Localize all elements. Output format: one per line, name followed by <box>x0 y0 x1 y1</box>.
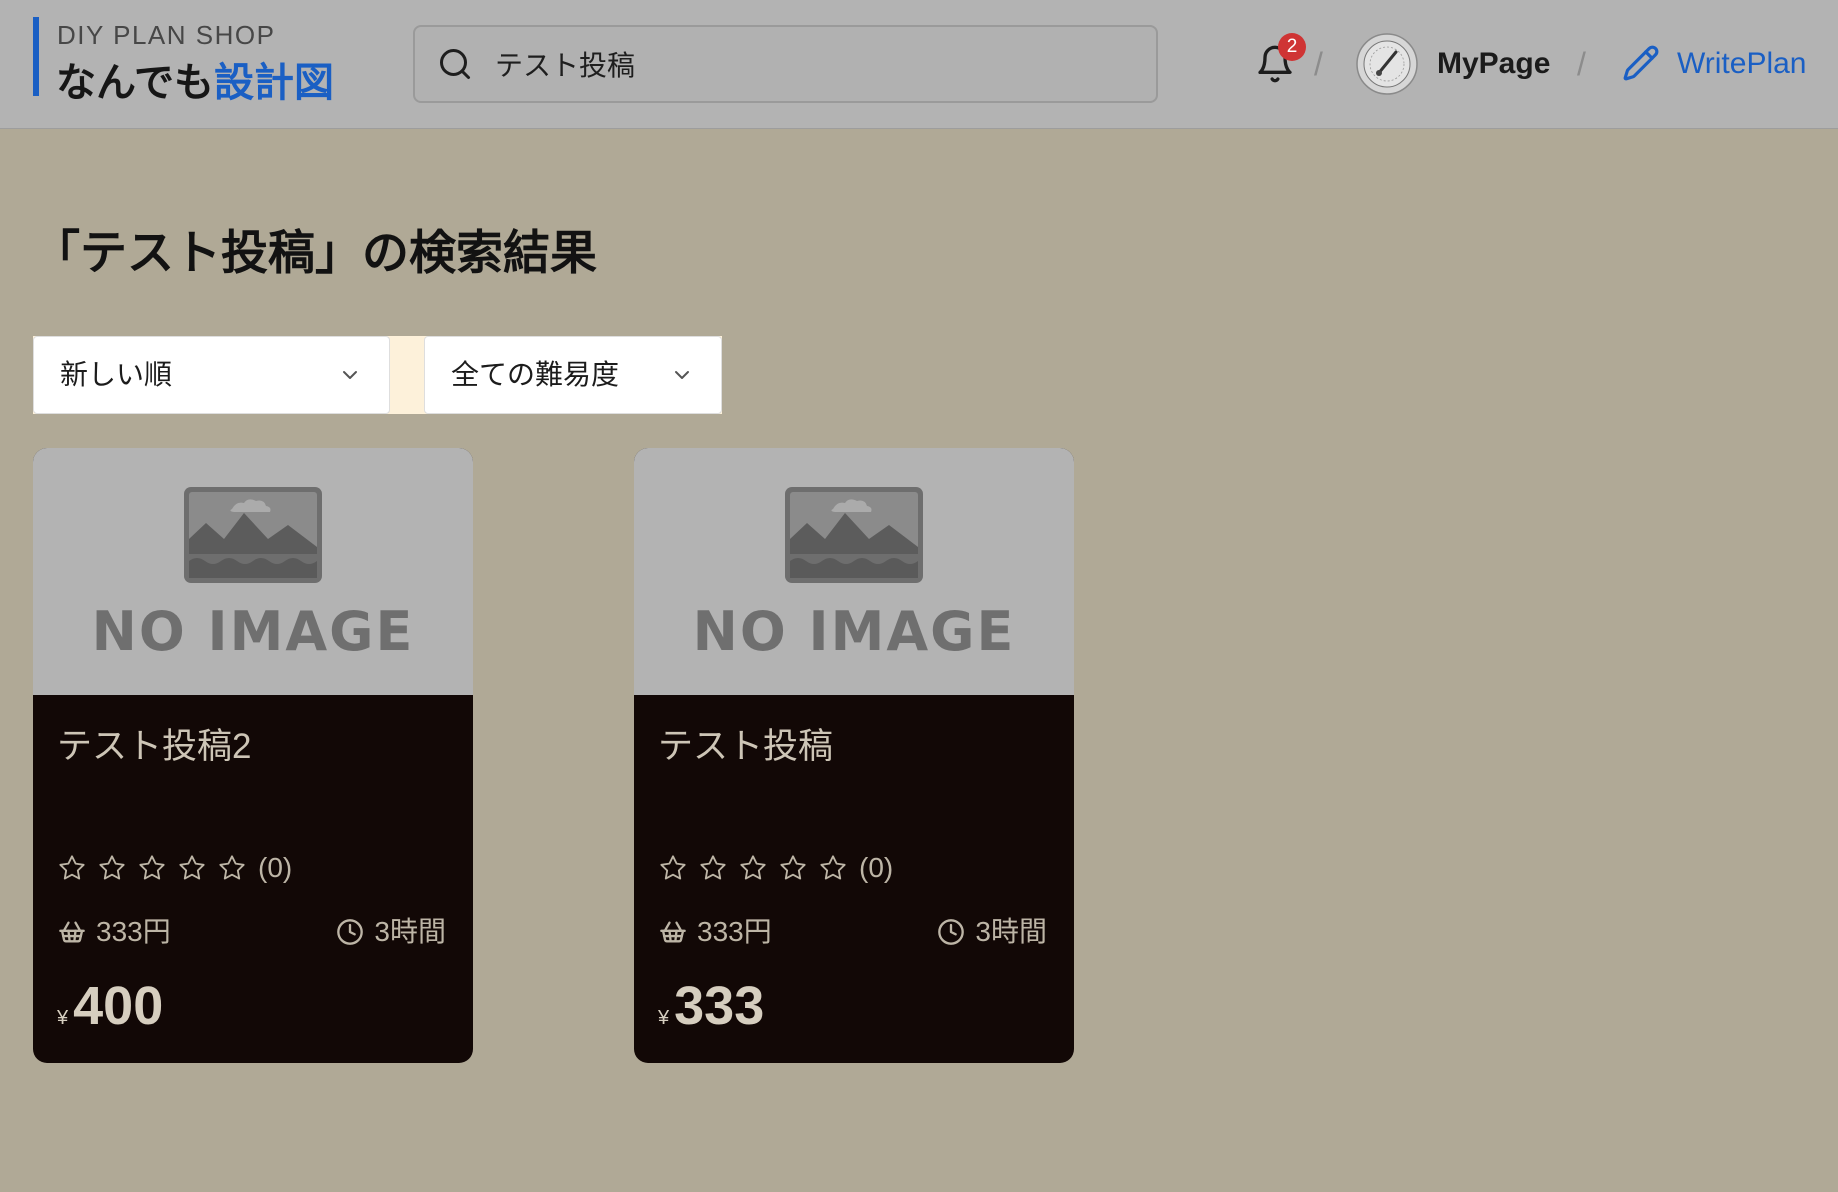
work-time-value: 3時間 <box>374 916 446 947</box>
filter-bar: 新しい順 全ての難易度 <box>33 336 722 414</box>
star-icon <box>660 855 686 880</box>
star-icon <box>179 855 205 880</box>
card-body: テスト投稿2 (0) 333円 3時間 ¥ 400 <box>33 695 473 1063</box>
sort-select[interactable]: 新しい順 <box>33 336 390 414</box>
logo-subtitle: DIY PLAN SHOP <box>57 20 276 50</box>
star-icon <box>59 855 85 880</box>
user-avatar[interactable] <box>1356 33 1418 95</box>
price-value: 400 <box>73 976 164 1036</box>
logo-title-accent: 設計図 <box>214 61 334 105</box>
logo-title-main: なんでも <box>56 61 214 105</box>
price: ¥ 333 <box>658 976 764 1036</box>
header-separator: / <box>1577 46 1586 82</box>
star-icon <box>139 855 165 880</box>
card-meta: 333円 3時間 <box>659 915 1047 949</box>
logo-title: なんでも設計図 <box>56 60 334 106</box>
basket-icon <box>660 921 686 943</box>
writeplan-label: WritePlan <box>1677 47 1807 80</box>
header-separator: / <box>1314 46 1323 82</box>
chevron-down-icon <box>343 371 357 379</box>
sort-selected-value: 新しい順 <box>60 359 173 390</box>
image-placeholder-icon <box>184 487 322 583</box>
material-cost-value: 333円 <box>96 916 171 947</box>
clock-icon <box>337 919 364 945</box>
star-rating: (0) <box>58 854 292 882</box>
top-header: DIY PLAN SHOP なんでも設計図 2 / MyPage / Write… <box>0 0 1838 129</box>
mypage-link[interactable]: MyPage <box>1437 46 1550 82</box>
work-time: 3時間 <box>336 915 446 949</box>
search-input[interactable] <box>495 27 1136 101</box>
card-title: テスト投稿 <box>658 727 834 766</box>
star-icon <box>99 855 125 880</box>
plan-card[interactable]: NO IMAGE テスト投稿2 (0) 333円 3時間 ¥ 400 <box>33 448 473 1063</box>
material-cost-value: 333円 <box>697 916 772 947</box>
notification-count-badge: 2 <box>1278 33 1306 61</box>
difficulty-selected-value: 全ての難易度 <box>451 359 620 390</box>
rating-count: (0) <box>258 852 293 883</box>
card-thumbnail: NO IMAGE <box>634 448 1074 695</box>
chevron-down-icon <box>675 371 689 379</box>
page-title: 「テスト投稿」の検索結果 <box>33 226 597 279</box>
material-cost: 333円 <box>659 915 772 949</box>
work-time: 3時間 <box>937 915 1047 949</box>
difficulty-select[interactable]: 全ての難易度 <box>424 336 722 414</box>
card-thumbnail: NO IMAGE <box>33 448 473 695</box>
basket-icon <box>59 921 85 943</box>
no-image-label: NO IMAGE <box>692 600 1016 663</box>
site-logo[interactable]: DIY PLAN SHOP なんでも設計図 <box>0 0 360 128</box>
no-image-label: NO IMAGE <box>91 600 415 663</box>
price-value: 333 <box>674 976 765 1036</box>
rating-count: (0) <box>859 852 894 883</box>
logo-accent-bar <box>33 17 39 96</box>
card-body: テスト投稿 (0) 333円 3時間 ¥ 333 <box>634 695 1074 1063</box>
image-placeholder-icon <box>785 487 923 583</box>
star-icon <box>780 855 806 880</box>
clock-icon <box>938 919 965 945</box>
card-meta: 333円 3時間 <box>58 915 446 949</box>
material-cost: 333円 <box>58 915 171 949</box>
plan-card[interactable]: NO IMAGE テスト投稿 (0) 333円 3時間 ¥ 333 <box>634 448 1074 1063</box>
work-time-value: 3時間 <box>975 916 1047 947</box>
price-currency: ¥ <box>57 1007 69 1029</box>
price-currency: ¥ <box>658 1007 670 1029</box>
search-icon <box>440 49 470 79</box>
star-icon <box>820 855 846 880</box>
card-title: テスト投稿2 <box>57 727 252 766</box>
search-box <box>413 25 1158 103</box>
star-icon <box>219 855 245 880</box>
star-icon <box>700 855 726 880</box>
pencil-icon <box>1623 45 1659 81</box>
star-icon <box>740 855 766 880</box>
price: ¥ 400 <box>57 976 163 1036</box>
star-rating: (0) <box>659 854 893 882</box>
